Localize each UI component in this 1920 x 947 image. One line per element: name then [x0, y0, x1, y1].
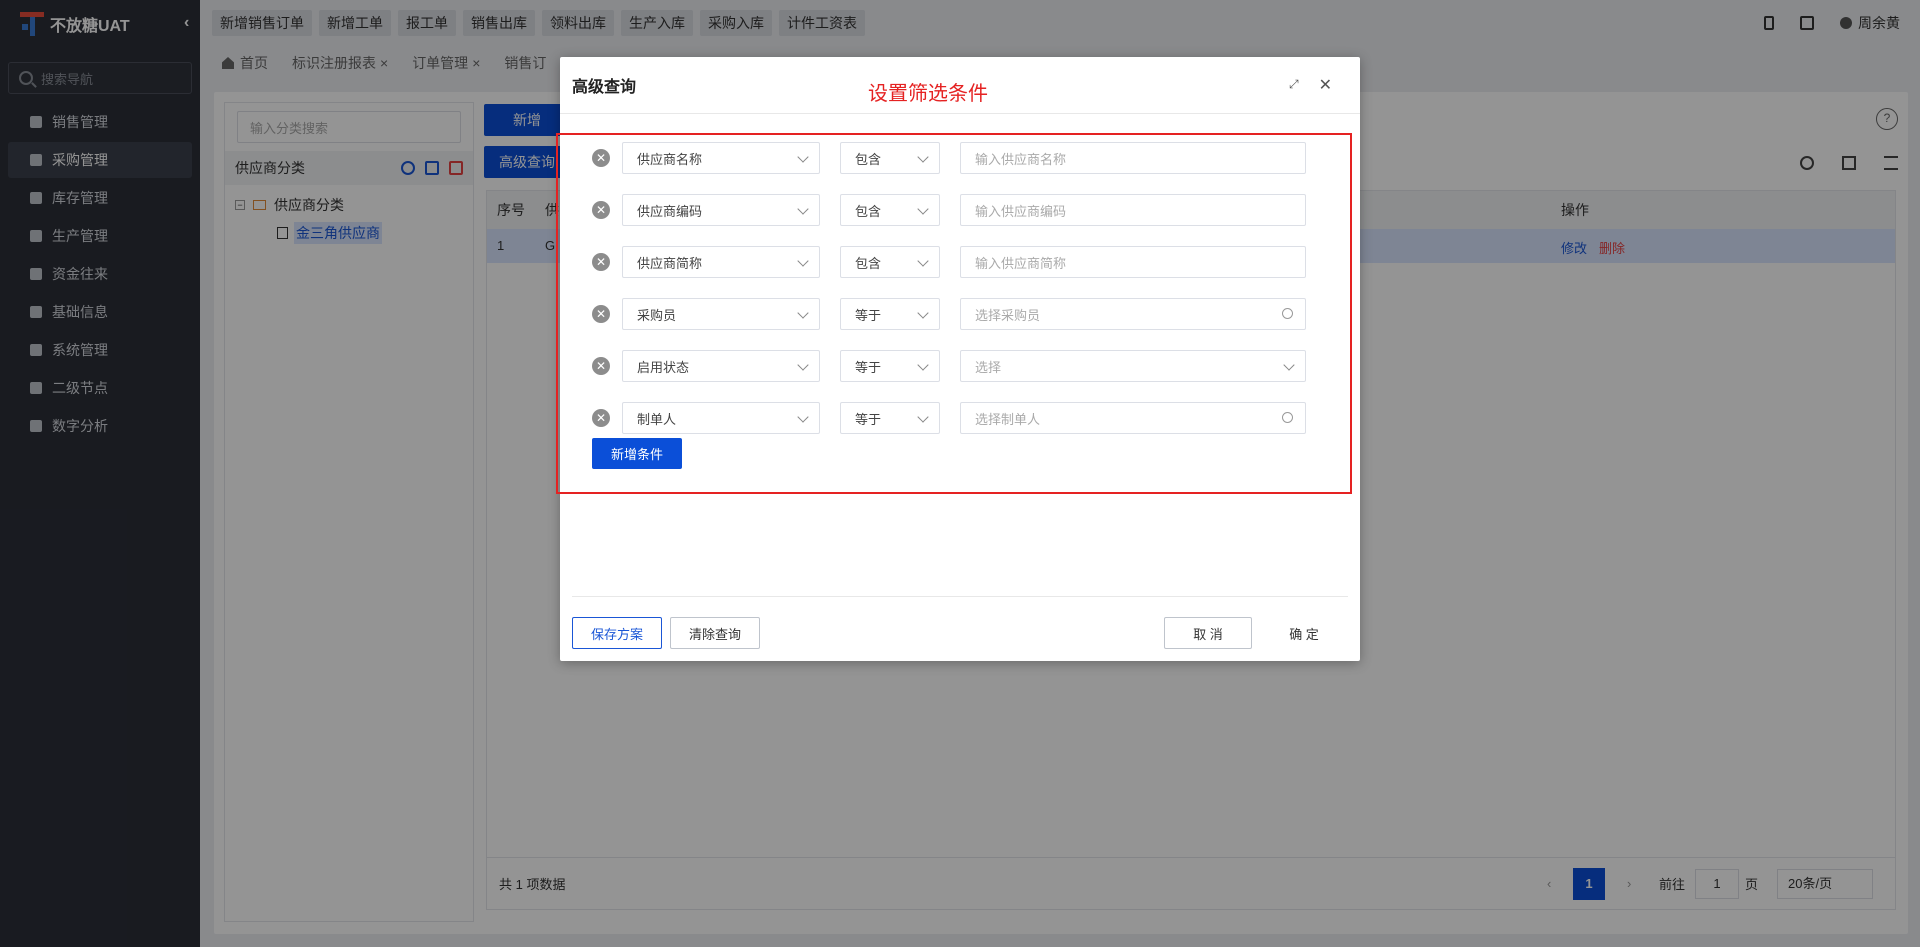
chevron-down-icon	[917, 359, 929, 371]
operator-select[interactable]: 包含	[840, 142, 940, 174]
chevron-down-icon	[917, 255, 929, 267]
field-select-value: 供应商编码	[637, 203, 703, 219]
remove-condition-icon[interactable]: ✕	[592, 253, 610, 271]
chevron-down-icon	[917, 151, 929, 163]
condition-row: ✕ 供应商编码 包含 输入供应商编码	[592, 194, 1306, 226]
field-select[interactable]: 制单人	[622, 402, 820, 434]
field-select-value: 采购员	[637, 307, 677, 323]
confirm-button[interactable]: 确 定	[1260, 617, 1348, 649]
value-input-placeholder: 选择制单人	[975, 411, 1041, 427]
operator-select-value: 包含	[855, 203, 882, 219]
condition-row: ✕ 制单人 等于 选择制单人	[592, 402, 1306, 434]
operator-select-value: 包含	[855, 255, 882, 271]
dialog-title: 高级查询	[572, 79, 637, 96]
remove-condition-icon[interactable]: ✕	[592, 357, 610, 375]
cancel-button[interactable]: 取 消	[1164, 617, 1252, 649]
chevron-down-icon	[917, 411, 929, 423]
remove-condition-icon[interactable]: ✕	[592, 409, 610, 427]
chevron-down-icon	[797, 203, 809, 215]
value-input-placeholder: 选择	[975, 359, 1002, 375]
operator-select-value: 等于	[855, 307, 882, 323]
field-select[interactable]: 供应商简称	[622, 246, 820, 278]
field-select-value: 供应商简称	[637, 255, 703, 271]
chevron-down-icon	[797, 359, 809, 371]
field-select-value: 供应商名称	[637, 151, 703, 167]
chevron-down-icon	[917, 307, 929, 319]
field-select[interactable]: 采购员	[622, 298, 820, 330]
advanced-query-dialog: 高级查询 设置筛选条件 ⤢ ✕ ✕ 供应商名称 包含 输入供应商名称 ✕ 供应商编码 包含输…	[556, 57, 1360, 661]
operator-select-value: 等于	[855, 359, 882, 375]
add-condition-button[interactable]: 新增条件	[592, 438, 682, 469]
chevron-down-icon	[797, 255, 809, 267]
field-select-value: 启用状态	[637, 359, 690, 375]
remove-condition-icon[interactable]: ✕	[592, 305, 610, 323]
divider	[572, 596, 1348, 597]
operator-select[interactable]: 包含	[840, 194, 940, 226]
value-input[interactable]: 输入供应商简称	[960, 246, 1306, 278]
operator-select[interactable]: 等于	[840, 350, 940, 382]
value-input[interactable]: 输入供应商名称	[960, 142, 1306, 174]
value-input[interactable]: 输入供应商编码	[960, 194, 1306, 226]
operator-select[interactable]: 等于	[840, 402, 940, 434]
annotation-text: 设置筛选条件	[868, 83, 988, 105]
remove-condition-icon[interactable]: ✕	[592, 149, 610, 167]
operator-select-value: 包含	[855, 151, 882, 167]
chevron-down-icon	[797, 411, 809, 423]
lookup-icon[interactable]	[1282, 412, 1293, 423]
field-select[interactable]: 供应商编码	[622, 194, 820, 226]
save-scheme-button[interactable]: 保存方案	[572, 617, 662, 649]
close-icon[interactable]: ✕	[1319, 75, 1332, 95]
chevron-down-icon	[917, 203, 929, 215]
condition-row: ✕ 供应商名称 包含 输入供应商名称	[592, 142, 1306, 174]
remove-condition-icon[interactable]: ✕	[592, 201, 610, 219]
value-input[interactable]: 选择制单人	[960, 402, 1306, 434]
lookup-icon[interactable]	[1282, 308, 1293, 319]
chevron-down-icon	[797, 151, 809, 163]
condition-row: ✕ 启用状态 等于 选择	[592, 350, 1306, 382]
clear-query-button[interactable]: 清除查询	[670, 617, 760, 649]
value-input-placeholder: 输入供应商编码	[975, 203, 1067, 219]
operator-select-value: 等于	[855, 411, 882, 427]
value-input-placeholder: 输入供应商名称	[975, 151, 1067, 167]
field-select-value: 制单人	[637, 411, 677, 427]
chevron-down-icon	[797, 307, 809, 319]
field-select[interactable]: 供应商名称	[622, 142, 820, 174]
operator-select[interactable]: 等于	[840, 298, 940, 330]
divider	[560, 113, 1360, 114]
condition-row: ✕ 采购员 等于 选择采购员	[592, 298, 1306, 330]
maximize-icon[interactable]: ⤢	[1289, 77, 1299, 95]
value-input[interactable]: 选择	[960, 350, 1306, 382]
field-select[interactable]: 启用状态	[622, 350, 820, 382]
chevron-down-icon	[1283, 359, 1295, 371]
value-input[interactable]: 选择采购员	[960, 298, 1306, 330]
operator-select[interactable]: 包含	[840, 246, 940, 278]
value-input-placeholder: 选择采购员	[975, 307, 1041, 323]
value-input-placeholder: 输入供应商简称	[975, 255, 1067, 271]
condition-row: ✕ 供应商简称 包含 输入供应商简称	[592, 246, 1306, 278]
